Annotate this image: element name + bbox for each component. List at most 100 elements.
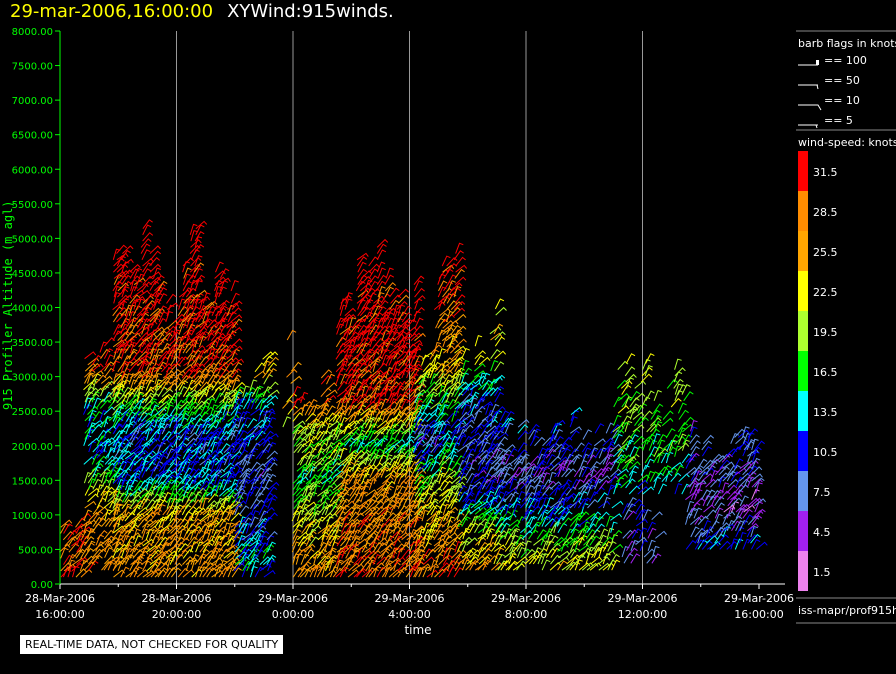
y-tick-label: 1500.00: [12, 476, 53, 487]
wind-barb: [369, 335, 378, 348]
wind-barb: [245, 491, 254, 503]
colorbar: 31.5 28.5 25.5 22.5 19.5 16.5 13.5 10.5 7.5 4.5 1.…: [798, 151, 838, 591]
wind-barb: [747, 497, 760, 507]
wind-barb: [674, 358, 682, 370]
wind-barb: [455, 264, 468, 273]
wind-barb: [636, 518, 648, 527]
wind-barb: [454, 294, 466, 304]
wind-barb: [725, 448, 738, 457]
wind-barb: [300, 553, 310, 565]
y-tick-label: 1000.00: [12, 511, 53, 522]
wind-barb: [202, 292, 211, 304]
wind-barb: [422, 548, 433, 559]
wind-barb: [653, 476, 662, 489]
wind-barb: [454, 313, 467, 323]
colorbar-swatch: [798, 271, 808, 311]
wind-barb: [625, 353, 636, 364]
wind-barb: [657, 434, 667, 445]
wind-barb: [430, 543, 442, 553]
wind-barb: [683, 391, 694, 402]
wind-barb: [496, 553, 506, 565]
wind-barb: [345, 292, 353, 304]
wind-barb: [368, 478, 377, 491]
x-axis-label: time: [404, 623, 431, 637]
wind-barb: [292, 385, 302, 397]
wind-barb: [441, 255, 451, 267]
y-tick-label: 3500.00: [12, 338, 53, 349]
wind-barb: [644, 453, 655, 464]
x-tick-label-date: 29-Mar-2006: [491, 592, 561, 605]
colorbar-swatch: [798, 191, 808, 231]
wind-barb: [549, 561, 562, 571]
y-tick-label: 8000.00: [12, 27, 53, 38]
colorbar-swatch: [798, 151, 808, 191]
wind-barb: [594, 423, 605, 434]
wind-barb: [634, 380, 647, 389]
wind-barb: [706, 495, 717, 507]
wind-barb: [218, 559, 228, 572]
colorbar-swatch: [798, 231, 808, 271]
wind-barb: [207, 493, 219, 503]
wind-barb: [685, 458, 695, 469]
y-tick-label: 4500.00: [12, 269, 53, 280]
colorbar-label: 1.5: [813, 566, 831, 579]
x-tick-label-date: 28-Mar-2006: [142, 592, 212, 605]
chart-svg: 28-Mar-2006 16:00:00 28-Mar-2006 20:00:00 29…: [1, 27, 896, 637]
wind-barb: [461, 347, 471, 359]
wind-barb: [610, 521, 618, 533]
wind-barb: [165, 404, 174, 416]
y-tick-label: 6500.00: [12, 131, 53, 142]
wind-barb: [490, 348, 501, 359]
wind-barb: [512, 503, 522, 515]
wind-barb: [142, 388, 155, 398]
wind-barb: [262, 401, 275, 410]
wind-barb: [658, 483, 667, 495]
barb-legend-50: == 50: [798, 74, 860, 90]
wind-barb: [602, 496, 611, 509]
wind-barb: [230, 314, 243, 323]
wind-barb: [267, 541, 276, 553]
wind-barb: [157, 361, 167, 373]
wind-barb: [464, 466, 475, 478]
colorbar-label: 25.5: [813, 246, 838, 259]
y-tick-label: 6000.00: [12, 165, 53, 176]
y-tick-label: 5500.00: [12, 200, 53, 211]
y-tick-label: 500.00: [18, 545, 53, 556]
x-tick-label-date: 28-Mar-2006: [25, 592, 95, 605]
wind-barb: [166, 293, 177, 304]
colorbar-label: 7.5: [813, 486, 831, 499]
colorbar-swatch: [798, 311, 808, 351]
wind-barb: [145, 342, 154, 354]
wind-barb: [384, 282, 397, 292]
wind-barb: [625, 510, 637, 521]
y-tick-label: 2500.00: [12, 407, 53, 418]
wind-barb: [642, 509, 652, 520]
wind-barb: [443, 313, 455, 323]
wind-barb: [321, 444, 334, 454]
wind-barb: [645, 353, 655, 364]
wind-barb: [743, 514, 754, 525]
wind-barb: [320, 479, 331, 491]
wind-barb: [557, 556, 570, 565]
colorbar-label: 16.5: [813, 366, 838, 379]
wind-barb: [682, 416, 694, 427]
wind-barb: [494, 350, 507, 360]
wind-barb: [455, 338, 467, 348]
wind-barb: [290, 375, 303, 384]
wind-barb: [599, 528, 609, 540]
svg-text:== 100: == 100: [824, 54, 867, 67]
wind-barb: [634, 446, 644, 458]
wind-barb: [449, 448, 459, 460]
wind-barb: [267, 389, 280, 398]
colorbar-swatch: [798, 431, 808, 471]
y-axis-label: 915 Profiler Altitude (m agl): [1, 200, 15, 410]
wind-barb: [122, 245, 134, 254]
wind-barb: [214, 392, 224, 404]
barb-legend-5: == 5: [798, 114, 853, 129]
wind-barb: [267, 481, 280, 491]
wind-barb: [652, 403, 664, 414]
wind-barb: [677, 402, 687, 414]
wind-barb: [690, 419, 698, 432]
wind-barb: [516, 490, 526, 502]
wind-barb: [325, 382, 338, 391]
